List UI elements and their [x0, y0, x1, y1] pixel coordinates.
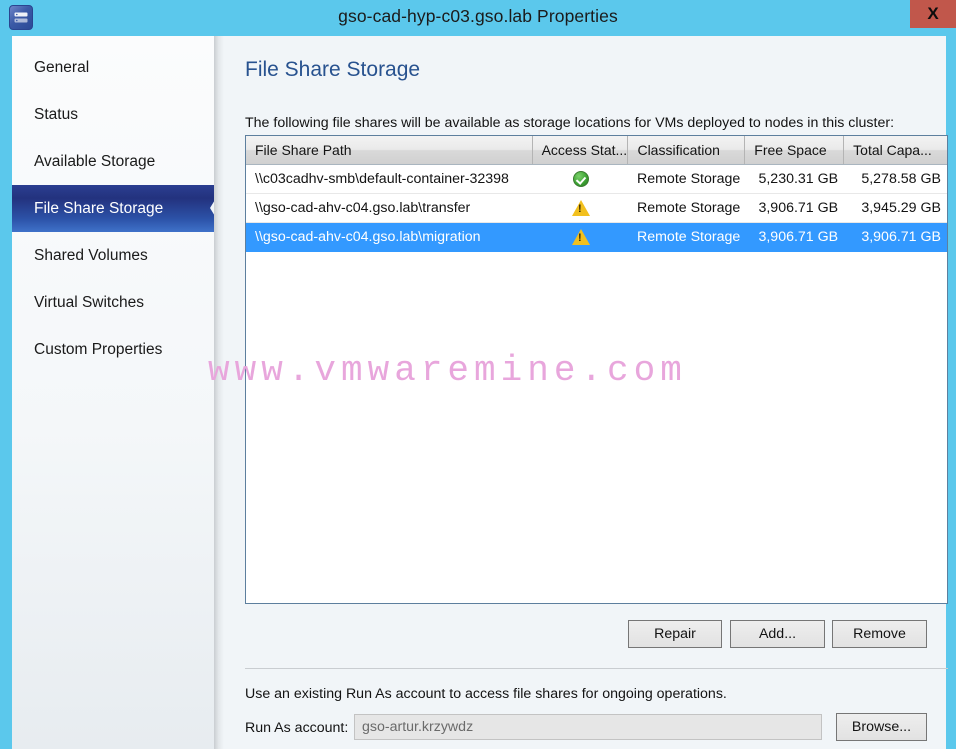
column-header-file-share-path[interactable]: File Share Path	[246, 136, 533, 164]
sidebar-item-file-share-storage[interactable]: File Share Storage	[12, 185, 224, 232]
cell-access-status	[533, 165, 629, 193]
cell-file-share-path: \\gso-cad-ahv-c04.gso.lab\transfer	[255, 200, 471, 216]
cell-free-space: 3,906.71 GB	[758, 229, 839, 245]
title-bar: gso-cad-hyp-c03.gso.lab Properties X	[0, 0, 956, 36]
cell-total-capacity: 5,278.58 GB	[861, 171, 941, 187]
runas-account-input[interactable]	[354, 714, 822, 740]
cell-total-capacity: 3,906.71 GB	[861, 229, 941, 245]
section-divider	[245, 668, 948, 669]
table-row[interactable]: \\c03cadhv-smb\default-container-32398 R…	[246, 165, 947, 194]
page-title: File Share Storage	[245, 58, 421, 81]
table-row[interactable]: \\gso-cad-ahv-c04.gso.lab\transfer Remot…	[246, 194, 947, 223]
intro-text: The following file shares will be availa…	[245, 115, 895, 131]
sidebar-divider	[214, 36, 224, 749]
runas-account-label: Run As account:	[245, 720, 349, 736]
sidebar-item-label: Custom Properties	[34, 340, 163, 358]
sidebar-item-label: File Share Storage	[34, 199, 164, 217]
cell-total-capacity: 3,945.29 GB	[861, 200, 941, 216]
sidebar-item-general[interactable]: General	[12, 44, 214, 91]
sidebar-item-shared-volumes[interactable]: Shared Volumes	[12, 232, 214, 279]
sidebar-item-virtual-switches[interactable]: Virtual Switches	[12, 279, 214, 326]
sidebar-item-available-storage[interactable]: Available Storage	[12, 138, 214, 185]
sidebar-item-label: General	[34, 58, 90, 76]
add-button[interactable]: Add...	[730, 620, 825, 648]
cell-free-space: 3,906.71 GB	[758, 200, 839, 216]
status-ok-icon	[572, 171, 589, 187]
table-header-row: File Share Path Access Stat... Classific…	[246, 136, 947, 165]
cell-classification: Remote Storage	[636, 229, 741, 245]
sidebar-nav: General Status Available Storage File Sh…	[12, 36, 224, 749]
repair-button[interactable]: Repair	[628, 620, 722, 648]
cell-free-space: 5,230.31 GB	[758, 171, 839, 187]
column-header-total-capacity[interactable]: Total Capa...	[844, 136, 947, 164]
properties-window: gso-cad-hyp-c03.gso.lab Properties X Gen…	[0, 0, 956, 749]
sidebar-item-custom-properties[interactable]: Custom Properties	[12, 326, 214, 373]
browse-button[interactable]: Browse...	[836, 713, 927, 741]
file-share-table[interactable]: File Share Path Access Stat... Classific…	[245, 135, 948, 604]
cell-access-status	[533, 223, 629, 251]
runas-help-text: Use an existing Run As account to access…	[245, 686, 727, 702]
cell-file-share-path: \\gso-cad-ahv-c04.gso.lab\migration	[255, 229, 481, 245]
column-header-access-status[interactable]: Access Stat...	[533, 136, 629, 164]
column-header-classification[interactable]: Classification	[628, 136, 746, 164]
status-warning-icon	[571, 229, 590, 245]
sidebar-item-status[interactable]: Status	[12, 91, 214, 138]
cell-file-share-path: \\c03cadhv-smb\default-container-32398	[255, 171, 509, 187]
close-button[interactable]: X	[910, 0, 956, 28]
cell-classification: Remote Storage	[636, 200, 741, 216]
status-warning-icon	[571, 200, 590, 216]
main-pane: File Share Storage The following file sh…	[224, 36, 948, 749]
window-body: General Status Available Storage File Sh…	[12, 36, 948, 749]
remove-button[interactable]: Remove	[832, 620, 927, 648]
table-row[interactable]: \\gso-cad-ahv-c04.gso.lab\migration Remo…	[246, 223, 947, 252]
sidebar-item-label: Status	[34, 105, 78, 123]
sidebar-item-label: Shared Volumes	[34, 246, 148, 264]
cell-access-status	[533, 194, 629, 222]
column-header-free-space[interactable]: Free Space	[745, 136, 845, 164]
sidebar-top-spacer	[12, 36, 214, 44]
sidebar-item-label: Virtual Switches	[34, 293, 144, 311]
window-title: gso-cad-hyp-c03.gso.lab Properties	[338, 6, 618, 26]
sidebar-item-label: Available Storage	[34, 152, 156, 170]
cell-classification: Remote Storage	[636, 171, 741, 187]
